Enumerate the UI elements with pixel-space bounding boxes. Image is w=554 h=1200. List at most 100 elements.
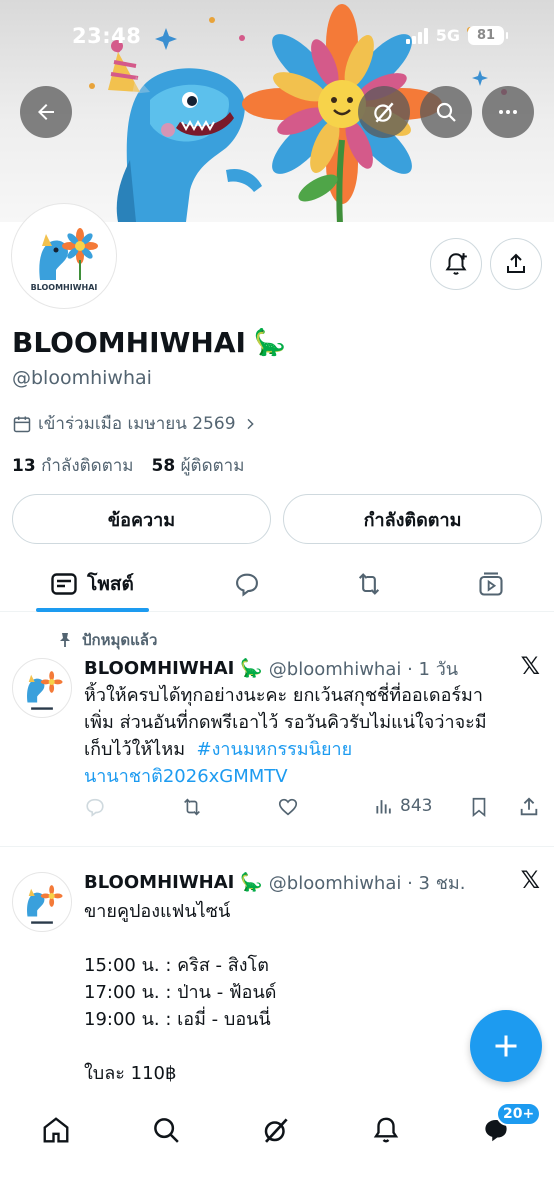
nav-notifications[interactable] <box>366 1110 406 1150</box>
following-stat[interactable]: 13 กำลังติดตาม <box>12 452 134 479</box>
tab-replies[interactable] <box>222 556 272 612</box>
search-icon <box>154 1118 179 1143</box>
calendar-icon <box>13 416 31 432</box>
repost-icon <box>358 573 380 595</box>
profile-handle: @bloomhiwhai <box>12 367 152 389</box>
profile-tabs: โพสต์ <box>0 556 554 612</box>
battery-icon: 81 <box>468 26 508 45</box>
pinned-label: ปักหมุดแล้ว <box>58 628 157 652</box>
post-text-line: 17:00 น. : ป่าน - ฟ้อนด์ <box>84 982 277 1003</box>
chevron-right-icon <box>246 418 254 429</box>
post-header: BLOOMHIWHAI 🦕 @bloomhiwhai · 3 ชม. <box>84 868 466 897</box>
profile-avatar[interactable]: BLOOMHIWHAI <box>12 204 116 308</box>
post-text-line: หิ้วให้ครบได้ทุกอย่างนะคะ ยกเว้นสกุชชี่ท… <box>84 685 484 706</box>
post-text[interactable]: ขายคูปองแฟนไซน์ 15:00 น. : คริส - สิงโต … <box>84 898 534 1087</box>
posts-icon <box>51 573 77 595</box>
followers-count: 58 <box>151 456 176 476</box>
arrow-left-icon <box>38 104 54 120</box>
tab-media[interactable] <box>466 556 516 612</box>
post-divider <box>0 846 554 847</box>
profile-name-text: BLOOMHIWHAI <box>12 326 246 359</box>
following-button[interactable]: กำลังติดตาม <box>283 494 542 544</box>
grok-icon <box>374 102 394 123</box>
plus-icon <box>495 1035 517 1057</box>
post-text-line: 19:00 น. : เอมี่ - บอนนี่ <box>84 1009 271 1030</box>
hashtag-link[interactable]: #งานมหกรรมนิยาย <box>197 739 353 760</box>
network-type: 5G <box>435 26 460 45</box>
status-indicators: 5G 81 <box>405 26 508 45</box>
back-button[interactable] <box>20 86 72 138</box>
profile-banner[interactable]: 23:48 5G 81 <box>0 0 554 222</box>
post-text-line: เก็บไว้ให้ไหม #งานมหกรรมนิยาย <box>84 736 534 763</box>
more-icon <box>499 110 517 114</box>
post-avatar[interactable] <box>12 872 72 932</box>
heart-icon <box>278 798 298 816</box>
post-text[interactable]: หิ้วให้ครบได้ทุกอย่างนะคะ ยกเว้นสกุชชี่ท… <box>84 682 534 790</box>
avatar-logo: BLOOMHIWHAI <box>31 228 98 292</box>
share-profile-button[interactable] <box>490 238 542 290</box>
bookmark-button[interactable] <box>468 796 490 818</box>
grok-icon <box>264 1118 288 1143</box>
following-label: กำลังติดตาม <box>41 456 134 476</box>
avatar-logo-text: BLOOMHIWHAI <box>31 283 98 292</box>
repost-button[interactable] <box>180 796 204 818</box>
search-icon <box>436 102 456 122</box>
post-avatar-logo <box>27 885 63 924</box>
post-author-name[interactable]: BLOOMHIWHAI <box>84 658 234 679</box>
post-handle-time[interactable]: @bloomhiwhai · 3 ชม. <box>269 868 466 897</box>
notifications-subscribe-button[interactable] <box>430 238 482 290</box>
active-tab-indicator <box>36 608 149 612</box>
status-time: 23:48 <box>72 24 142 48</box>
tab-posts-label: โพสต์ <box>87 573 134 595</box>
follow-stats: 13 กำลังติดตาม 58 ผู้ติดตาม <box>12 452 244 479</box>
share-icon <box>520 797 538 816</box>
share-post-button[interactable] <box>518 796 540 818</box>
bell-plus-icon <box>445 253 467 275</box>
post-avatar-logo <box>27 671 63 710</box>
views-button[interactable]: 843 <box>374 796 432 816</box>
search-button[interactable] <box>420 86 472 138</box>
reply-icon <box>236 573 258 597</box>
video-icon <box>479 572 503 596</box>
compose-post-button[interactable] <box>470 1010 542 1082</box>
followers-stat[interactable]: 58 ผู้ติดตาม <box>152 452 245 479</box>
more-button[interactable] <box>482 86 534 138</box>
repost-icon <box>184 798 200 816</box>
message-button[interactable]: ข้อความ <box>12 494 271 544</box>
messages-badge: 20+ <box>496 1102 542 1126</box>
views-count: 843 <box>400 796 433 816</box>
post-text-line: เพิ่ม ส่วนอันที่กดพรีเอาไว้ รอวันคิวรับไ… <box>84 712 487 733</box>
post-text-line: 15:00 น. : คริส - สิงโต <box>84 955 269 976</box>
grok-button[interactable] <box>358 86 410 138</box>
bookmark-icon <box>472 797 486 818</box>
tab-reposts[interactable] <box>344 556 394 612</box>
joined-date[interactable]: เข้าร่วมเมือ เมษายน 2569 <box>12 410 258 437</box>
signal-icon <box>405 27 428 44</box>
home-icon <box>43 1117 69 1143</box>
hashtag-link-continued[interactable]: นานาชาติ2026xGMMTV <box>84 763 534 790</box>
reply-icon <box>86 798 104 817</box>
bell-icon <box>373 1117 399 1143</box>
bottom-navigation <box>0 1096 554 1200</box>
post-header: BLOOMHIWHAI 🦕 @bloomhiwhai · 1 วัน <box>84 654 458 683</box>
post-text-span: เก็บไว้ให้ไหม <box>84 739 186 760</box>
joined-date-text: เข้าร่วมเมือ เมษายน 2569 <box>38 414 236 434</box>
post-avatar[interactable] <box>12 658 72 718</box>
post-author-name[interactable]: BLOOMHIWHAI <box>84 872 234 893</box>
nav-home[interactable] <box>36 1110 76 1150</box>
like-button[interactable] <box>276 796 300 818</box>
tab-posts[interactable]: โพสต์ <box>36 556 149 612</box>
x-logo-icon: 𝕏 <box>520 866 540 894</box>
nav-grok[interactable] <box>256 1110 296 1150</box>
profile-name: BLOOMHIWHAI 🦕 <box>12 326 286 359</box>
post-handle-time[interactable]: @bloomhiwhai · 1 วัน <box>269 654 458 683</box>
reply-button[interactable] <box>84 796 106 818</box>
dinosaur-emoji: 🦕 <box>240 872 263 893</box>
pinned-label-text: ปักหมุดแล้ว <box>82 631 158 649</box>
dinosaur-emoji: 🦕 <box>253 327 287 358</box>
post-text-line: ขายคูปองแฟนไซน์ <box>84 901 231 922</box>
nav-search[interactable] <box>146 1110 186 1150</box>
share-icon <box>507 253 525 273</box>
following-count: 13 <box>12 456 36 476</box>
pin-icon <box>60 633 70 647</box>
